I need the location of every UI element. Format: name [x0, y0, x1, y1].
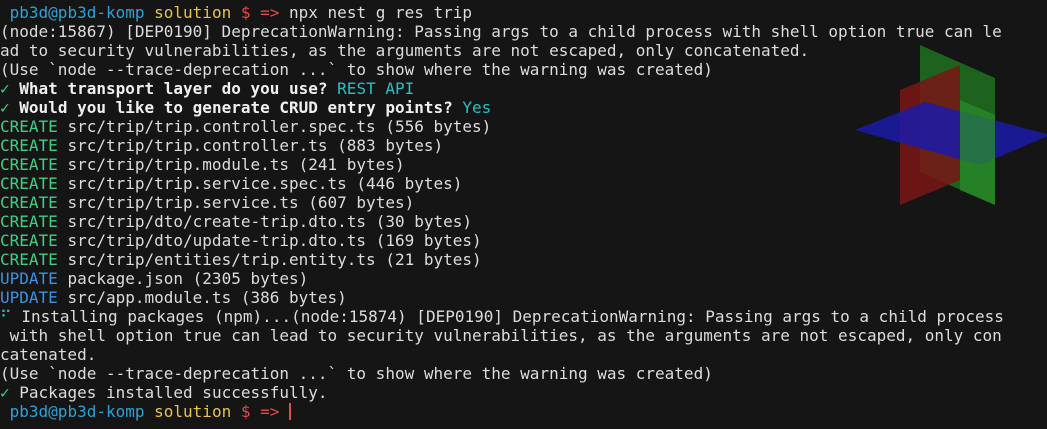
file-line: CREATE src/trip/trip.controller.spec.ts … — [0, 117, 1047, 136]
check-icon: ✓ — [0, 79, 10, 98]
warning-line: (node:15867) [DEP0190] DeprecationWarnin… — [0, 22, 1002, 41]
warning-line: with shell option true can lead to secur… — [0, 326, 1002, 345]
check-icon: ✓ — [0, 383, 10, 402]
file-action: UPDATE — [0, 269, 58, 288]
file-action: CREATE — [0, 117, 58, 136]
prompt-user-host: pb3d@pb3d-komp — [9, 3, 145, 22]
file-path: src/trip/trip.controller.ts (883 bytes) — [67, 136, 444, 155]
file-action: UPDATE — [0, 288, 58, 307]
file-path: src/trip/entities/trip.entity.ts (21 byt… — [67, 250, 482, 269]
prompt-user-host: pb3d@pb3d-komp — [9, 402, 145, 421]
command-text: npx nest g res trip — [289, 3, 473, 22]
file-action: CREATE — [0, 212, 58, 231]
question-answer: REST API — [337, 79, 415, 98]
file-line: CREATE src/trip/dto/create-trip.dto.ts (… — [0, 212, 1047, 231]
question-answer: Yes — [462, 98, 492, 117]
file-action: CREATE — [0, 136, 58, 155]
file-line: CREATE src/trip/trip.module.ts (241 byte… — [0, 155, 1047, 174]
file-path: src/trip/trip.module.ts (241 bytes) — [67, 155, 405, 174]
prompt-line: pb3d@pb3d-komp solution $ => npx nest g … — [0, 3, 1047, 22]
terminal-window[interactable]: pb3d@pb3d-komp solution $ => npx nest g … — [0, 0, 1047, 429]
file-path: src/app.module.ts (386 bytes) — [67, 288, 347, 307]
success-text: Packages installed successfully. — [19, 383, 328, 402]
file-action: CREATE — [0, 231, 58, 250]
file-action: CREATE — [0, 193, 58, 212]
prompt-dir: solution — [154, 3, 232, 22]
file-path: src/trip/dto/create-trip.dto.ts (30 byte… — [67, 212, 473, 231]
question-text: What transport layer do you use? — [19, 79, 328, 98]
question-line: ✓ Would you like to generate CRUD entry … — [0, 98, 1047, 117]
file-path: src/trip/dto/update-trip.dto.ts (169 byt… — [67, 231, 482, 250]
prompt-dir: solution — [154, 402, 232, 421]
prompt-symbols: $ => — [240, 3, 280, 22]
success-line: ✓ Packages installed successfully. — [0, 383, 1047, 402]
file-path: src/trip/trip.service.ts (607 bytes) — [67, 193, 415, 212]
warning-line: ad to security vulnerabilities, as the a… — [0, 41, 810, 60]
file-path: src/trip/trip.controller.spec.ts (556 by… — [67, 117, 492, 136]
file-line: CREATE src/trip/entities/trip.entity.ts … — [0, 250, 1047, 269]
file-line: CREATE src/trip/trip.service.spec.ts (44… — [0, 174, 1047, 193]
file-line: UPDATE src/app.module.ts (386 bytes) — [0, 288, 1047, 307]
text-cursor[interactable] — [289, 403, 292, 420]
install-text: Installing packages (npm)...(node:15874)… — [21, 307, 1004, 326]
file-line: CREATE src/trip/trip.service.ts (607 byt… — [0, 193, 1047, 212]
question-text: Would you like to generate CRUD entry po… — [19, 98, 453, 117]
check-icon: ✓ — [0, 98, 10, 117]
terminal-output: pb3d@pb3d-komp solution $ => npx nest g … — [0, 3, 1047, 421]
question-line: ✓ What transport layer do you use? REST … — [0, 79, 1047, 98]
install-line: ⠋ Installing packages (npm)...(node:1587… — [0, 307, 1047, 326]
file-line: CREATE src/trip/trip.controller.ts (883 … — [0, 136, 1047, 155]
file-path: src/trip/trip.service.spec.ts (446 bytes… — [67, 174, 463, 193]
file-action: CREATE — [0, 155, 58, 174]
file-action: CREATE — [0, 174, 58, 193]
file-action: CREATE — [0, 250, 58, 269]
file-line: CREATE src/trip/dto/update-trip.dto.ts (… — [0, 231, 1047, 250]
prompt-symbols: $ => — [240, 402, 280, 421]
warning-line: catenated. — [0, 345, 97, 364]
spinner-icon: ⠋ — [0, 307, 12, 326]
prompt-line[interactable]: pb3d@pb3d-komp solution $ => — [0, 402, 1047, 421]
file-line: UPDATE package.json (2305 bytes) — [0, 269, 1047, 288]
trace-line: (Use `node --trace-deprecation ...` to s… — [0, 60, 713, 79]
trace-line: (Use `node --trace-deprecation ...` to s… — [0, 364, 713, 383]
file-path: package.json (2305 bytes) — [67, 269, 309, 288]
